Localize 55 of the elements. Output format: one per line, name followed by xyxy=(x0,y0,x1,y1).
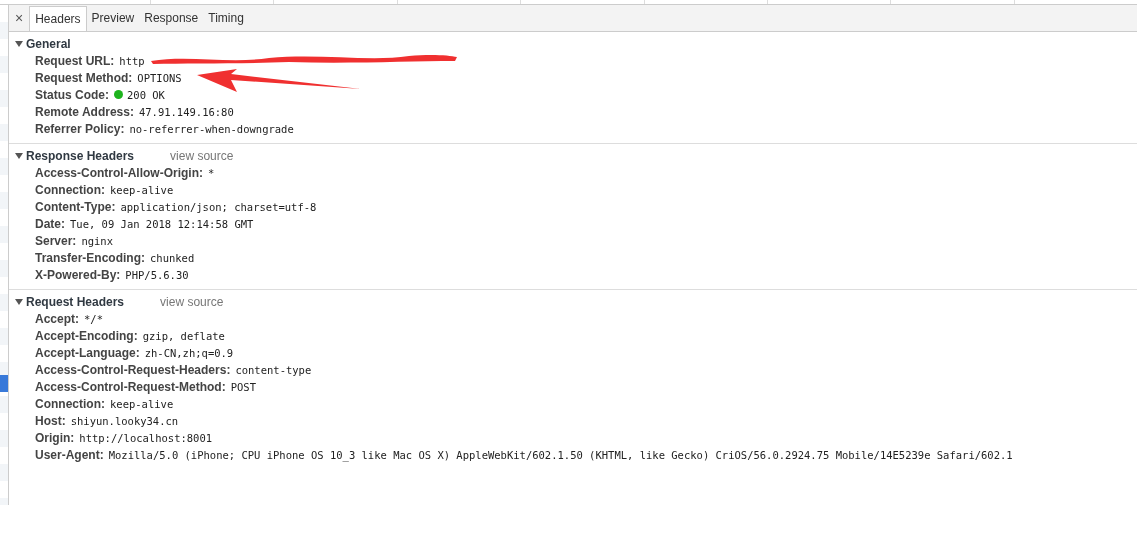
section-title[interactable]: Request Headers xyxy=(26,294,125,309)
header-value: POST xyxy=(230,380,256,393)
header-name: Transfer-Encoding: xyxy=(35,250,145,265)
header-name: Origin: xyxy=(35,430,75,445)
header-value: application/json; charset=utf-8 xyxy=(120,200,317,213)
header-name: Request Method: xyxy=(35,70,133,85)
header-value: keep-alive xyxy=(110,183,174,196)
header-value: content-type xyxy=(235,363,312,376)
header-name: Status Code: xyxy=(35,87,109,102)
header-name: Date: xyxy=(35,216,65,231)
header-value: nginx xyxy=(81,234,113,247)
header-value: Mozilla/5.0 (iPhone; CPU iPhone OS 10_3 like Mac OS X) AppleWebKit/602.1.50 (KHTML, like Gecko) CriOS/56.0.2924.75 Mobile/14E5239e Safari/602.1 xyxy=(108,448,1013,461)
header-name: Accept-Encoding: xyxy=(35,328,138,343)
header-value: PHP/5.6.30 xyxy=(125,268,189,281)
header-value: no-referrer-when-downgrade xyxy=(129,122,294,135)
header-value: shiyun.looky34.cn xyxy=(70,414,179,427)
header-value: OPTIONS xyxy=(137,71,182,84)
expanded-triangle-icon[interactable] xyxy=(15,151,23,160)
header-value: chunked xyxy=(150,251,195,264)
header-value: * xyxy=(208,166,215,179)
header-value: 200 OK xyxy=(127,88,165,101)
header-name: Access-Control-Allow-Origin: xyxy=(35,165,203,180)
header-name: Host: xyxy=(35,413,66,428)
header-name: Server: xyxy=(35,233,77,248)
tab[interactable]: Response xyxy=(139,5,204,31)
header-name: User-Agent: xyxy=(35,447,104,462)
expanded-triangle-icon[interactable] xyxy=(15,297,23,306)
tab[interactable]: Headers xyxy=(29,6,87,31)
section-title[interactable]: Response Headers xyxy=(26,148,135,163)
header-value: Tue, 09 Jan 2018 12:14:58 GMT xyxy=(70,217,254,230)
header-value: http://localhost:8001 xyxy=(79,431,213,444)
tab[interactable]: Timing xyxy=(203,5,249,31)
header-name: Request URL: xyxy=(35,53,115,68)
view-source-link[interactable]: view source xyxy=(160,294,224,309)
expanded-triangle-icon[interactable] xyxy=(15,39,23,48)
header-name: Connection: xyxy=(35,396,105,411)
header-name: Content-Type: xyxy=(35,199,116,214)
header-value: zh-CN,zh;q=0.9 xyxy=(144,346,234,359)
section-title[interactable]: General xyxy=(26,36,71,51)
header-name: X-Powered-By: xyxy=(35,267,121,282)
tab[interactable]: Preview xyxy=(86,5,140,31)
close-button[interactable]: × xyxy=(9,5,30,31)
header-value: http xyxy=(119,54,145,67)
header-name: Accept: xyxy=(35,311,79,326)
header-name: Access-Control-Request-Method: xyxy=(35,379,226,394)
header-name: Remote Address: xyxy=(35,104,134,119)
header-name: Accept-Language: xyxy=(35,345,140,360)
view-source-link[interactable]: view source xyxy=(170,148,234,163)
header-name: Access-Control-Request-Headers: xyxy=(35,362,231,377)
header-name: Connection: xyxy=(35,182,105,197)
header-value: keep-alive xyxy=(110,397,174,410)
header-value: gzip, deflate xyxy=(142,329,225,342)
header-value: */* xyxy=(84,312,103,325)
header-name: Referrer Policy: xyxy=(35,121,125,136)
header-value: 47.91.149.16:80 xyxy=(138,105,234,118)
